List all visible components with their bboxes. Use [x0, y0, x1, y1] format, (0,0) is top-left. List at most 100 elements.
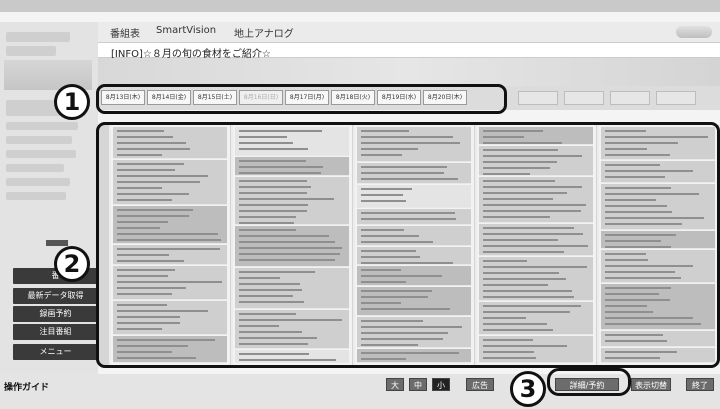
program-cell[interactable] — [601, 284, 715, 330]
program-text-line — [361, 235, 419, 237]
program-text-line — [239, 241, 335, 243]
sidebar-button-record[interactable]: 録画予約 — [13, 306, 98, 322]
program-text-line — [361, 178, 458, 180]
program-cell[interactable] — [113, 160, 227, 205]
program-text-line — [605, 170, 693, 172]
channel-column — [599, 125, 719, 365]
program-text-line — [117, 233, 218, 235]
date-tab[interactable]: 8月16日(日) — [239, 90, 283, 105]
tab-smartvision[interactable]: SmartVision — [156, 25, 216, 36]
exit-button[interactable]: 終了 — [686, 378, 714, 391]
sidebar-button-menu[interactable]: メニュー — [13, 344, 98, 360]
program-text-line — [239, 204, 308, 206]
program-cell[interactable] — [235, 127, 349, 156]
program-cell[interactable] — [479, 336, 593, 363]
program-cell[interactable] — [235, 310, 349, 349]
program-cell[interactable] — [357, 349, 471, 363]
program-cell[interactable] — [479, 257, 593, 301]
sidebar-button-featured[interactable]: 注目番組 — [13, 324, 98, 340]
program-text-line — [483, 317, 526, 319]
date-tab-extra[interactable] — [610, 91, 650, 105]
program-text-line — [117, 304, 167, 306]
program-text-line — [605, 340, 667, 342]
program-text-line — [239, 359, 336, 361]
date-tab[interactable]: 8月18日(火) — [331, 90, 375, 105]
size-large-button[interactable]: 大 — [386, 378, 404, 391]
program-cell[interactable] — [113, 336, 227, 363]
program-text-line — [239, 277, 280, 279]
program-cell[interactable] — [479, 302, 593, 335]
program-text-line — [239, 198, 334, 200]
program-cell[interactable] — [235, 350, 349, 363]
date-tab[interactable]: 8月14日(金) — [147, 90, 191, 105]
date-tab[interactable]: 8月13日(木) — [101, 90, 145, 105]
program-text-line — [117, 209, 193, 211]
program-text-line — [483, 351, 534, 353]
program-cell[interactable] — [601, 348, 715, 363]
program-cell[interactable] — [357, 266, 471, 286]
program-cell[interactable] — [113, 206, 227, 244]
display-switch-button[interactable]: 表示切替 — [631, 378, 671, 391]
program-text-line — [605, 317, 693, 319]
program-cell[interactable] — [479, 224, 593, 256]
program-cell[interactable] — [235, 157, 349, 176]
program-text-line — [483, 251, 564, 253]
info-bar[interactable]: [INFO]☆８月の旬の食材をご紹介☆ — [98, 42, 720, 60]
date-tab[interactable]: 8月17日(月) — [285, 90, 329, 105]
program-cell[interactable] — [357, 127, 471, 162]
date-tab[interactable]: 8月20日(木) — [423, 90, 467, 105]
program-text-line — [361, 142, 460, 144]
program-text-line — [361, 308, 450, 310]
sidebar-button-update-data[interactable]: 最新データ取得 — [13, 288, 98, 304]
program-cell[interactable] — [479, 146, 593, 176]
detail-reserve-button[interactable]: 詳細/予約 — [555, 378, 619, 391]
size-medium-button[interactable]: 中 — [409, 378, 427, 391]
program-cell[interactable] — [601, 250, 715, 283]
date-tab-extra[interactable] — [518, 91, 558, 105]
program-text-line — [605, 130, 646, 132]
program-text-line — [239, 186, 311, 188]
program-cell[interactable] — [235, 268, 349, 309]
program-cell[interactable] — [479, 177, 593, 223]
date-tab[interactable]: 8月19日(水) — [377, 90, 421, 105]
size-small-button[interactable]: 小 — [432, 378, 450, 391]
program-cell[interactable] — [357, 209, 471, 225]
program-text-line — [117, 357, 196, 359]
program-cell[interactable] — [113, 245, 227, 265]
program-cell[interactable] — [357, 185, 471, 208]
sidebar-scroll-indicator[interactable] — [46, 240, 68, 246]
program-cell[interactable] — [113, 301, 227, 335]
date-tab[interactable]: 8月15日(土) — [193, 90, 237, 105]
program-cell[interactable] — [235, 226, 349, 267]
program-cell[interactable] — [357, 226, 471, 246]
program-text-line — [483, 305, 581, 307]
tab-program-guide[interactable]: 番組表 — [110, 25, 140, 40]
program-text-line — [239, 319, 342, 321]
date-tab-extra[interactable] — [656, 91, 696, 105]
date-tab-extra[interactable] — [564, 91, 604, 105]
program-text-line — [605, 259, 648, 261]
program-cell[interactable] — [357, 247, 471, 265]
program-grid[interactable] — [99, 125, 720, 365]
tab-terrestrial-analog[interactable]: 地上アナログ — [234, 25, 294, 40]
program-text-line — [239, 142, 293, 144]
program-cell[interactable] — [601, 184, 715, 230]
program-cell[interactable] — [357, 317, 471, 348]
operation-guide-label: 操作ガイド — [4, 383, 50, 393]
ad-button[interactable]: 広告 — [466, 378, 494, 391]
program-text-line — [117, 215, 189, 217]
program-text-line — [239, 192, 307, 194]
program-text-line — [239, 295, 293, 297]
program-cell[interactable] — [601, 127, 715, 160]
program-text-line — [361, 358, 406, 360]
program-cell[interactable] — [479, 127, 593, 145]
program-cell[interactable] — [357, 163, 471, 184]
sidebar-blur-row — [6, 46, 56, 56]
program-cell[interactable] — [113, 266, 227, 300]
program-cell[interactable] — [357, 287, 471, 316]
program-cell[interactable] — [601, 331, 715, 347]
program-cell[interactable] — [113, 127, 227, 159]
program-cell[interactable] — [235, 177, 349, 225]
program-cell[interactable] — [601, 161, 715, 183]
program-cell[interactable] — [601, 231, 715, 249]
